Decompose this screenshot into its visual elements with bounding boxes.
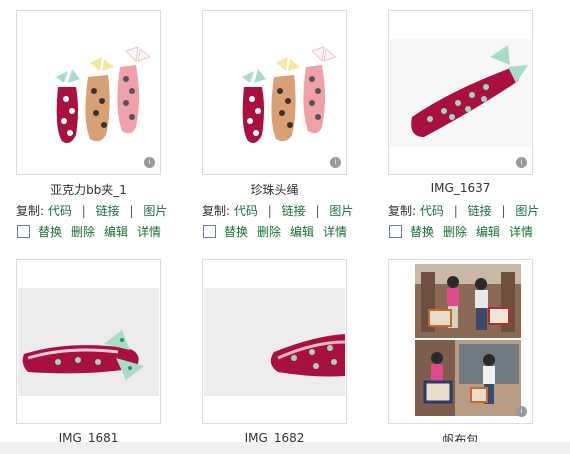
copy-label: 复制: (16, 204, 45, 218)
copy-link-link[interactable]: 链接 (96, 204, 120, 218)
copy-label: 复制: (202, 204, 231, 218)
separator: | (267, 204, 272, 218)
select-checkbox[interactable] (203, 225, 216, 238)
image-name: IMG_1681 (58, 431, 119, 442)
select-checkbox[interactable] (17, 225, 30, 238)
actions-row: 替换 删除 编辑 详情 (16, 223, 206, 240)
separator: | (315, 204, 320, 218)
copy-image-link[interactable]: 图片 (515, 204, 539, 218)
copy-links: 复制: 代码 | 链接 | 图片 (16, 202, 206, 219)
info-icon[interactable]: i (330, 157, 341, 168)
image-name: 亚克力bb夹_1 (50, 183, 127, 197)
copy-label: 复制: (388, 204, 417, 218)
detail-link[interactable]: 详情 (137, 225, 161, 239)
copy-link-link[interactable]: 链接 (468, 204, 492, 218)
image-name: IMG_1682 (244, 431, 305, 442)
photo-single-clip (390, 39, 531, 147)
info-icon[interactable]: i (516, 157, 527, 168)
copy-links: 复制: 代码 | 链接 | 图片 (202, 202, 392, 219)
thumbnail[interactable] (202, 259, 347, 424)
delete-link[interactable]: 删除 (71, 225, 95, 239)
separator: | (453, 204, 458, 218)
separator: | (501, 204, 506, 218)
separator: | (129, 204, 134, 218)
replace-link[interactable]: 替换 (38, 225, 62, 239)
image-name: IMG_1637 (430, 181, 491, 195)
image-name: 帆布包 (442, 433, 479, 442)
thumbnail[interactable]: i (202, 10, 347, 175)
replace-link[interactable]: 替换 (410, 225, 434, 239)
edit-link[interactable]: 编辑 (290, 225, 314, 239)
delete-link[interactable]: 删除 (257, 225, 281, 239)
info-icon[interactable]: i (144, 157, 155, 168)
edit-link[interactable]: 编辑 (476, 225, 500, 239)
edit-link[interactable]: 编辑 (104, 225, 128, 239)
image-name: 珍珠头绳 (250, 183, 299, 197)
copy-code-link[interactable]: 代码 (234, 204, 258, 218)
copy-links: 复制: 代码 | 链接 | 图片 (388, 202, 570, 219)
copy-code-link[interactable]: 代码 (48, 204, 72, 218)
copy-link-link[interactable]: 链接 (282, 204, 306, 218)
info-icon[interactable]: i (516, 406, 527, 417)
thumbnail[interactable]: i (388, 259, 533, 424)
actions-row: 替换 删除 编辑 详情 (388, 223, 570, 240)
horizontal-scrollbar[interactable] (0, 442, 570, 454)
photo-clip-closeup (18, 288, 159, 396)
copy-image-link[interactable]: 图片 (143, 204, 167, 218)
thumbnail[interactable]: i (388, 10, 533, 175)
select-checkbox[interactable] (389, 225, 402, 238)
detail-link[interactable]: 详情 (509, 225, 533, 239)
copy-code-link[interactable]: 代码 (420, 204, 444, 218)
copy-image-link[interactable]: 图片 (329, 204, 353, 218)
actions-row: 替换 删除 编辑 详情 (202, 223, 392, 240)
photo-three-clips (18, 39, 159, 147)
detail-link[interactable]: 详情 (323, 225, 347, 239)
delete-link[interactable]: 删除 (443, 225, 467, 239)
thumbnail[interactable]: i (16, 10, 161, 175)
photo-three-clips (204, 39, 345, 147)
separator: | (81, 204, 86, 218)
replace-link[interactable]: 替换 (224, 225, 248, 239)
thumbnail[interactable] (16, 259, 161, 424)
image-grid: i 亚克力bb夹_1 复制: 代码 | 链接 | 图片 替换删除编辑详情 (0, 0, 570, 442)
photo-clip-side (204, 288, 345, 396)
photo-canvas-bag-collage (415, 264, 521, 416)
